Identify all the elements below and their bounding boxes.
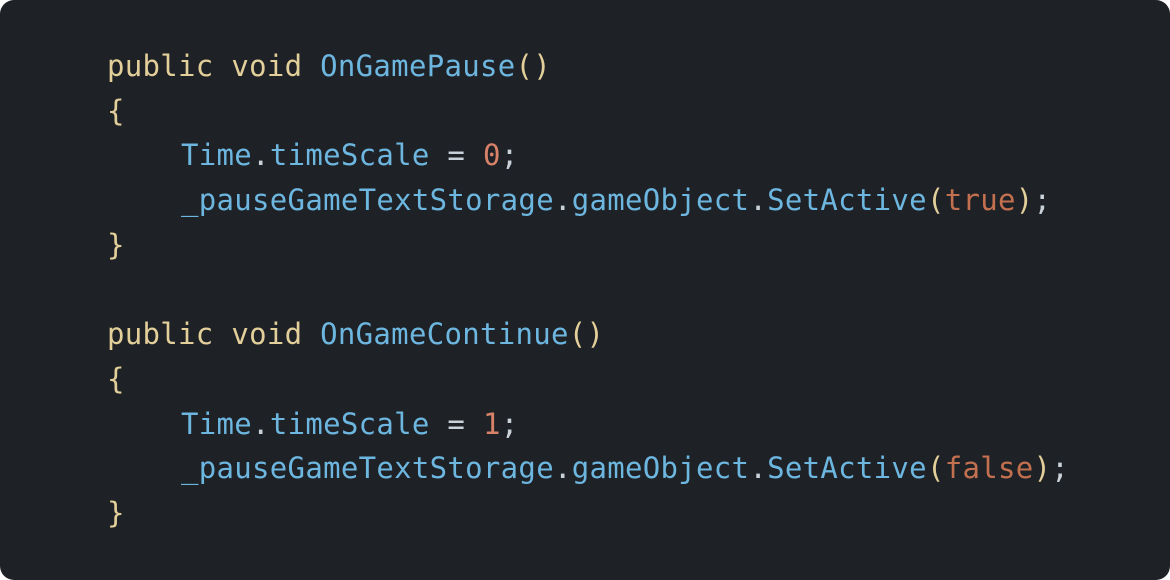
open-paren: ( xyxy=(926,451,945,486)
dot-operator: . xyxy=(252,138,270,173)
statement-line: _pauseGameTextStorage.gameObject.SetActi… xyxy=(107,446,1170,491)
dot-operator: . xyxy=(749,451,768,486)
number-literal: 1 xyxy=(482,406,501,441)
object-identifier: _pauseGameTextStorage xyxy=(181,183,554,218)
access-modifier: public xyxy=(107,317,214,352)
method-signature-line: public void OnGameContinue() xyxy=(107,312,1170,357)
assignment-operator: = xyxy=(429,406,483,441)
return-type: void xyxy=(231,317,303,352)
boolean-literal: true xyxy=(944,183,1016,218)
close-brace: } xyxy=(107,495,125,530)
access-modifier: public xyxy=(107,49,214,83)
semicolon: ; xyxy=(500,138,519,173)
member-identifier: gameObject xyxy=(571,451,750,486)
member-identifier: timeScale xyxy=(269,138,430,173)
dot-operator: . xyxy=(749,183,768,218)
close-brace-line: } xyxy=(107,223,1170,268)
assignment-operator: = xyxy=(429,138,483,173)
open-paren: ( xyxy=(926,183,945,218)
parameter-parens: () xyxy=(515,49,552,83)
close-paren: ) xyxy=(1015,183,1034,218)
open-brace-line: { xyxy=(107,357,1170,402)
parameter-parens: () xyxy=(568,317,605,352)
statement-line: _pauseGameTextStorage.gameObject.SetActi… xyxy=(107,178,1170,223)
close-brace-line: } xyxy=(107,491,1170,536)
return-type: void xyxy=(231,49,303,83)
member-identifier: gameObject xyxy=(571,183,750,218)
dot-operator: . xyxy=(252,406,270,441)
object-identifier: Time xyxy=(181,138,253,173)
dot-operator: . xyxy=(553,451,572,486)
method-signature-line: public void OnGamePause() xyxy=(107,44,1170,89)
open-brace-line: { xyxy=(107,89,1170,134)
boolean-literal: false xyxy=(944,451,1034,486)
object-identifier: _pauseGameTextStorage xyxy=(181,451,554,486)
object-identifier: Time xyxy=(181,406,253,441)
number-literal: 0 xyxy=(482,138,501,173)
semicolon: ; xyxy=(1051,451,1070,486)
method-name: OnGamePause xyxy=(320,49,516,83)
member-identifier: timeScale xyxy=(269,406,430,441)
method-name: OnGameContinue xyxy=(320,317,569,352)
code-snippet-panel: public void OnGamePause() { Time.timeSca… xyxy=(0,0,1170,580)
statement-line: Time.timeScale = 0; xyxy=(107,133,1170,178)
method-call-name: SetActive xyxy=(767,183,927,218)
statement-line: Time.timeScale = 1; xyxy=(107,402,1170,447)
dot-operator: . xyxy=(553,183,572,218)
open-brace: { xyxy=(107,361,125,396)
semicolon: ; xyxy=(1033,183,1052,218)
close-paren: ) xyxy=(1033,451,1052,486)
open-brace: { xyxy=(107,93,125,128)
method-call-name: SetActive xyxy=(767,451,927,486)
close-brace: } xyxy=(107,227,125,262)
semicolon: ; xyxy=(500,406,519,441)
